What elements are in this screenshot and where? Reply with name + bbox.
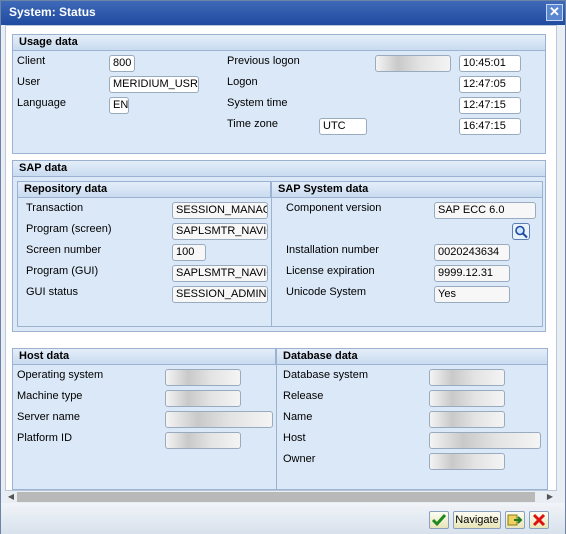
server-name-label: Server name bbox=[17, 411, 80, 423]
program-screen-field[interactable]: SAPLSMTR_NAVIGATION bbox=[172, 223, 268, 240]
logon-time-field[interactable]: 12:47:05 bbox=[459, 76, 521, 93]
program-screen-label: Program (screen) bbox=[26, 223, 112, 235]
cancel-icon bbox=[532, 513, 546, 527]
previous-logon-label: Previous logon bbox=[227, 55, 300, 67]
database-data-title: Database data bbox=[277, 349, 547, 365]
owner-field[interactable] bbox=[429, 453, 505, 470]
time-zone-field[interactable]: UTC bbox=[319, 118, 367, 135]
close-icon[interactable]: ✕ bbox=[546, 4, 563, 21]
operating-system-label: Operating system bbox=[17, 369, 104, 381]
magnifier-icon[interactable] bbox=[512, 223, 530, 240]
machine-type-label: Machine type bbox=[17, 390, 83, 402]
horizontal-scrollbar[interactable]: ◀ ▶ bbox=[5, 491, 557, 503]
sap-system-data-title: SAP System data bbox=[272, 182, 542, 198]
system-time-label: System time bbox=[227, 97, 288, 109]
transaction-field[interactable]: SESSION_MANAGER bbox=[172, 202, 268, 219]
cancel-button[interactable] bbox=[529, 511, 549, 529]
program-gui-label: Program (GUI) bbox=[26, 265, 99, 277]
client-field[interactable]: 800 bbox=[109, 55, 135, 72]
owner-label: Owner bbox=[283, 453, 316, 465]
scroll-right-icon[interactable]: ▶ bbox=[545, 491, 555, 503]
component-version-field[interactable]: SAP ECC 6.0 bbox=[434, 202, 536, 219]
screen-number-field[interactable]: 100 bbox=[172, 244, 206, 261]
database-name-field[interactable] bbox=[429, 411, 505, 428]
gui-status-label: GUI status bbox=[26, 286, 78, 298]
host-data-group: Host data Operating system Machine type … bbox=[12, 348, 276, 490]
navigate-button[interactable]: Navigate bbox=[453, 511, 501, 529]
transaction-label: Transaction bbox=[26, 202, 84, 214]
host-data-title: Host data bbox=[13, 349, 276, 365]
language-field[interactable]: EN bbox=[109, 97, 129, 114]
server-name-field[interactable] bbox=[165, 411, 273, 428]
repository-data-title: Repository data bbox=[18, 182, 271, 198]
installation-number-label: Installation number bbox=[286, 244, 379, 256]
component-version-label: Component version bbox=[286, 202, 382, 214]
machine-type-field[interactable] bbox=[165, 390, 241, 407]
previous-logon-time-field[interactable]: 10:45:01 bbox=[459, 55, 521, 72]
unicode-system-label: Unicode System bbox=[286, 286, 367, 298]
sap-data-title: SAP data bbox=[13, 161, 545, 177]
navigate-next-button[interactable] bbox=[505, 511, 525, 529]
user-field[interactable]: MERIDIUM_USR bbox=[109, 76, 199, 93]
unicode-system-field[interactable]: Yes bbox=[434, 286, 510, 303]
usage-data-title: Usage data bbox=[13, 35, 545, 51]
database-host-label: Host bbox=[283, 432, 306, 444]
release-field[interactable] bbox=[429, 390, 505, 407]
database-system-label: Database system bbox=[283, 369, 368, 381]
operating-system-field[interactable] bbox=[165, 369, 241, 386]
logon-label: Logon bbox=[227, 76, 258, 88]
sap-system-data-group: SAP System data Component version SAP EC… bbox=[271, 181, 543, 327]
time-zone-label: Time zone bbox=[227, 118, 278, 130]
installation-number-field[interactable]: 0020243634 bbox=[434, 244, 510, 261]
window-title: System: Status bbox=[9, 5, 96, 19]
button-bar: Navigate bbox=[1, 503, 565, 534]
arrow-right-icon bbox=[507, 514, 523, 526]
language-label: Language bbox=[17, 97, 66, 109]
usage-data-group: Usage data Client 800 User MERIDIUM_USR … bbox=[12, 34, 546, 154]
user-label: User bbox=[17, 76, 41, 88]
license-expiration-field[interactable]: 9999.12.31 bbox=[434, 265, 510, 282]
check-icon bbox=[431, 514, 447, 527]
client-label: Client bbox=[17, 55, 46, 67]
sap-data-group: SAP data Repository data Transaction SES… bbox=[12, 160, 546, 332]
release-label: Release bbox=[283, 390, 324, 402]
database-host-field[interactable] bbox=[429, 432, 541, 449]
program-gui-field[interactable]: SAPLSMTR_NAVIGATION bbox=[172, 265, 268, 282]
time-zone-time-field[interactable]: 16:47:15 bbox=[459, 118, 521, 135]
repository-data-group: Repository data Transaction SESSION_MANA… bbox=[17, 181, 271, 327]
confirm-button[interactable] bbox=[429, 511, 449, 529]
database-data-group: Database data Database system Release Na… bbox=[276, 348, 548, 490]
license-expiration-label: License expiration bbox=[286, 265, 375, 277]
scrollbar-thumb[interactable] bbox=[17, 492, 535, 502]
platform-id-label: Platform ID bbox=[17, 432, 73, 444]
previous-logon-date-field[interactable] bbox=[375, 55, 451, 72]
title-bar: System: Status ✕ bbox=[1, 1, 565, 25]
database-name-label: Name bbox=[283, 411, 313, 423]
system-time-field[interactable]: 12:47:15 bbox=[459, 97, 521, 114]
gui-status-field[interactable]: SESSION_ADMIN bbox=[172, 286, 268, 303]
status-dialog: System: Status ✕ Usage data Client 800 U… bbox=[0, 0, 566, 534]
screen-number-label: Screen number bbox=[26, 244, 102, 256]
scroll-left-icon[interactable]: ◀ bbox=[6, 491, 16, 503]
dialog-content: Usage data Client 800 User MERIDIUM_USR … bbox=[5, 25, 557, 491]
database-system-field[interactable] bbox=[429, 369, 505, 386]
platform-id-field[interactable] bbox=[165, 432, 241, 449]
